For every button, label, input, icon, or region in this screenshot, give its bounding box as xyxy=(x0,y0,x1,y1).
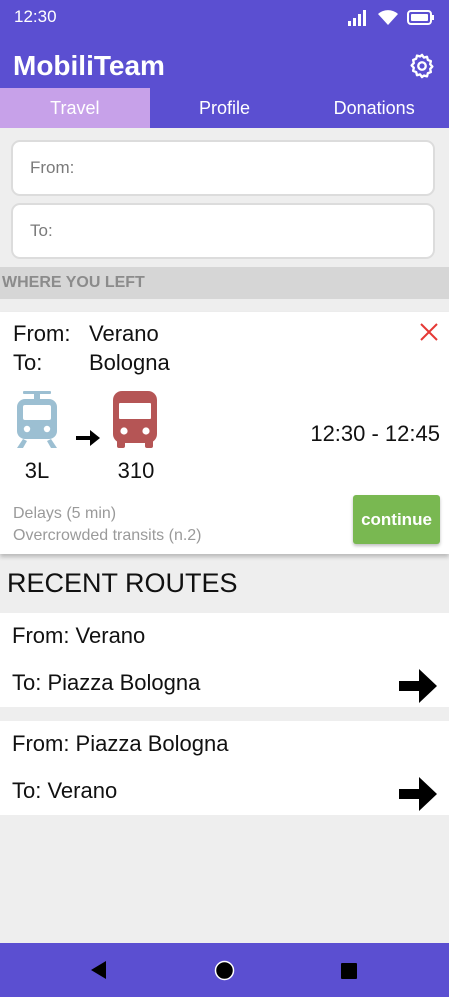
route-to: To: Piazza Bologna xyxy=(12,670,201,695)
delay-warning: Delays (5 min) xyxy=(13,505,117,522)
back-icon[interactable] xyxy=(89,960,107,980)
app-title: MobiliTeam xyxy=(13,50,165,81)
card-to-value: Bologna xyxy=(89,350,170,375)
recent-route-item[interactable]: From: Piazza Bologna To: Verano xyxy=(0,721,449,815)
app-bar: MobiliTeam xyxy=(0,36,449,88)
route-from: From: Piazza Bologna xyxy=(12,731,229,756)
home-icon[interactable] xyxy=(214,960,235,981)
status-icons xyxy=(347,9,435,26)
status-time: 12:30 xyxy=(14,7,57,26)
from-input[interactable]: From: xyxy=(11,140,435,196)
to-input-placeholder: To: xyxy=(30,221,53,240)
recent-routes-title: RECENT ROUTES xyxy=(7,568,238,598)
signal-icon xyxy=(348,9,366,26)
recent-route-item[interactable]: From: Verano To: Piazza Bologna xyxy=(0,613,449,707)
continue-button[interactable]: continue xyxy=(353,495,440,544)
card-from-value: Verano xyxy=(89,321,159,346)
wifi-icon xyxy=(378,10,398,25)
to-input[interactable]: To: xyxy=(11,203,435,259)
gear-icon[interactable] xyxy=(408,52,436,80)
crowd-warning: Overcrowded transits (n.2) xyxy=(13,527,202,544)
battery-icon xyxy=(407,10,434,25)
tab-donations[interactable]: Donations xyxy=(299,88,449,128)
from-input-placeholder: From: xyxy=(30,158,75,177)
bus-icon xyxy=(113,391,157,448)
status-bar: 12:30 xyxy=(0,0,449,36)
route-to: To: Verano xyxy=(12,778,118,803)
card-from-label: From: xyxy=(13,321,71,346)
tab-profile[interactable]: Profile xyxy=(150,88,300,128)
tab-bar: Travel Profile Donations xyxy=(0,88,449,128)
where-you-left-header: WHERE YOU LEFT xyxy=(0,267,449,299)
route-from: From: Verano xyxy=(12,623,146,648)
arrow-right-icon xyxy=(76,430,100,446)
leg2-line-number: 310 xyxy=(117,458,155,483)
tram-icon xyxy=(17,391,57,448)
time-range: 12:30 - 12:45 xyxy=(310,421,440,446)
arrow-right-icon[interactable] xyxy=(399,777,437,811)
leg1-line-number: 3L xyxy=(24,458,50,483)
system-nav-bar xyxy=(0,943,449,997)
card-to-label: To: xyxy=(13,350,43,375)
close-icon[interactable] xyxy=(419,322,439,342)
recents-icon[interactable] xyxy=(340,962,358,980)
arrow-right-icon[interactable] xyxy=(399,669,437,703)
tab-travel[interactable]: Travel xyxy=(0,88,150,128)
